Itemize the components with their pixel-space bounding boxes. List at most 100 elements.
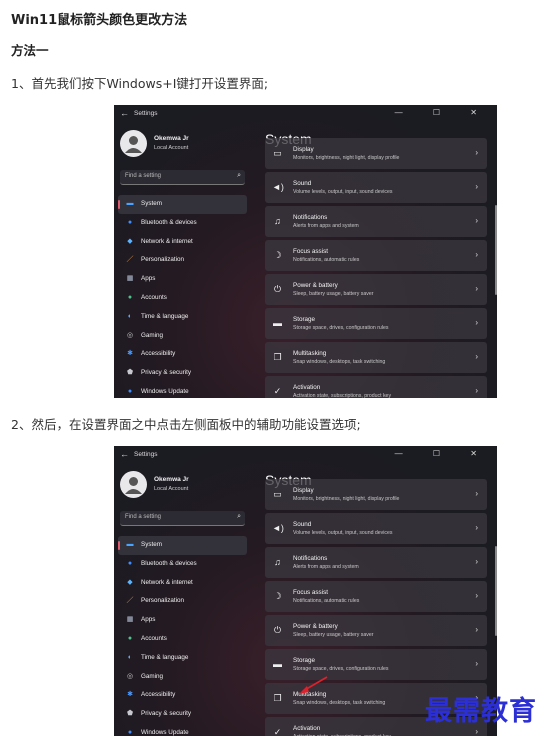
sidebar-item-privacy-security[interactable]: ⬟ Privacy & security — [118, 364, 247, 383]
search-input[interactable]: Find a setting ⌕ — [120, 170, 245, 185]
sidebar-item-time-language[interactable]: ◐ Time & language — [118, 308, 247, 327]
sidebar-item-bluetooth-devices[interactable]: ● Bluetooth & devices — [118, 214, 247, 233]
sidebar-item-label: Gaming — [141, 331, 164, 339]
drive-icon: ▬ — [273, 659, 282, 669]
apps-icon: ▦ — [126, 616, 134, 624]
gamepad-icon: ◎ — [126, 331, 134, 339]
search-input[interactable]: Find a setting ⌕ — [120, 511, 245, 526]
sidebar-item-apps[interactable]: ▦ Apps — [118, 611, 247, 630]
sidebar-item-gaming[interactable]: ◎ Gaming — [118, 327, 247, 346]
card-subtitle: Alerts from apps and system — [293, 564, 359, 570]
article-title: Win11鼠标箭头颜色更改方法 — [11, 13, 188, 28]
card-title: Multitasking — [293, 350, 327, 357]
display-icon: ▬ — [126, 541, 134, 548]
settings-card-notifications[interactable]: ♫ Notifications Alerts from apps and syste… — [265, 206, 487, 237]
apps-icon: ▦ — [126, 275, 134, 283]
back-arrow-icon[interactable]: ← — [120, 449, 129, 459]
sidebar-item-personalization[interactable]: ／ Personalization — [118, 251, 247, 270]
moon-icon: ☽ — [273, 591, 282, 601]
back-arrow-icon[interactable]: ← — [120, 108, 129, 118]
chevron-right-icon: › — [475, 352, 478, 361]
update-icon: ● — [127, 387, 133, 395]
sidebar-item-label: Personalization — [141, 256, 185, 264]
chevron-right-icon: › — [475, 727, 478, 736]
card-subtitle: Notifications, automatic rules — [293, 598, 360, 604]
sidebar-item-windows-update[interactable]: ● Windows Update — [118, 383, 247, 398]
sidebar-item-accessibility[interactable]: ✱ Accessibility — [118, 686, 247, 705]
settings-card-display[interactable]: ▭ Display Monitors, brightness, night ligh… — [265, 479, 487, 510]
brush-icon: ／ — [126, 256, 134, 264]
settings-card-focus-assist[interactable]: ☽ Focus assist Notifications, automatic ru… — [265, 581, 487, 612]
settings-card-activation[interactable]: ✓ Activation Activation state, subscriptio… — [265, 376, 487, 398]
accessibility-icon: ✱ — [127, 350, 133, 358]
bluetooth-icon: ● — [127, 218, 133, 226]
settings-card-power-battery[interactable]: ⏻ Power & battery Sleep, battery usage, ba… — [265, 615, 487, 646]
sidebar-item-accessibility[interactable]: ✱ Accessibility — [118, 345, 247, 364]
settings-card-display[interactable]: ▭ Display Monitors, brightness, night ligh… — [265, 138, 487, 169]
scrollbar[interactable] — [495, 546, 497, 636]
sidebar-item-label: Privacy & security — [141, 369, 192, 377]
globe-icon: ◐ — [127, 653, 133, 661]
chevron-right-icon: › — [475, 216, 478, 225]
bluetooth-icon: ● — [127, 559, 133, 567]
sidebar-item-windows-update[interactable]: ● Windows Update — [118, 724, 247, 736]
avatar[interactable] — [120, 130, 147, 157]
settings-card-sound[interactable]: ◄) Sound Volume levels, output, input, sou… — [265, 172, 487, 203]
annotation-arrow — [297, 675, 329, 702]
watermark: 最需教育 — [425, 696, 537, 727]
card-title: Activation — [293, 725, 321, 732]
chevron-right-icon: › — [475, 659, 478, 668]
sidebar-item-privacy-security[interactable]: ⬟ Privacy & security — [118, 705, 247, 724]
card-subtitle: Volume levels, output, input, sound devi… — [293, 530, 393, 536]
monitor-icon: ▭ — [273, 148, 282, 158]
sidebar-item-label: Gaming — [141, 672, 164, 680]
sidebar-item-system[interactable]: ▬ System — [118, 536, 247, 555]
accessibility-icon: ✱ — [127, 691, 133, 699]
settings-card-sound[interactable]: ◄) Sound Volume levels, output, input, sou… — [265, 513, 487, 544]
settings-card-focus-assist[interactable]: ☽ Focus assist Notifications, automatic ru… — [265, 240, 487, 271]
settings-card-notifications[interactable]: ♫ Notifications Alerts from apps and syste… — [265, 547, 487, 578]
avatar[interactable] — [120, 471, 147, 498]
sidebar-item-gaming[interactable]: ◎ Gaming — [118, 668, 247, 687]
sidebar-item-bluetooth-devices[interactable]: ● Bluetooth & devices — [118, 555, 247, 574]
person-icon: ● — [127, 634, 133, 642]
card-subtitle: Storage space, drives, configuration rul… — [293, 666, 389, 672]
sidebar-item-label: System — [141, 541, 162, 548]
scrollbar[interactable] — [495, 205, 497, 295]
sidebar-item-time-language[interactable]: ◐ Time & language — [118, 649, 247, 668]
power-icon: ⏻ — [273, 284, 282, 294]
card-title: Display — [293, 487, 314, 494]
power-icon: ⏻ — [273, 625, 282, 635]
settings-card-multitasking[interactable]: ❐ Multitasking Snap windows, desktops, tas… — [265, 342, 487, 373]
sidebar-item-label: Bluetooth & devices — [141, 218, 197, 226]
window-controls[interactable]: — ☐ ✕ — [395, 449, 491, 458]
wifi-icon: ◆ — [127, 578, 133, 586]
person-icon: ● — [127, 293, 133, 301]
sidebar-item-apps[interactable]: ▦ Apps — [118, 270, 247, 289]
card-subtitle: Notifications, automatic rules — [293, 257, 360, 263]
user-name: Okemwa Jr — [154, 135, 189, 142]
settings-screenshot-1: ← Settings — ☐ ✕ Okemwa Jr Local Account Find… — [114, 105, 497, 398]
card-subtitle: Sleep, battery usage, battery saver — [293, 291, 374, 297]
card-title: Storage — [293, 657, 316, 664]
sidebar-item-accounts[interactable]: ● Accounts — [118, 289, 247, 308]
sidebar-item-accounts[interactable]: ● Accounts — [118, 630, 247, 649]
settings-card-power-battery[interactable]: ⏻ Power & battery Sleep, battery usage, ba… — [265, 274, 487, 305]
update-icon: ● — [127, 728, 133, 736]
chevron-right-icon: › — [475, 250, 478, 259]
card-title: Focus assist — [293, 248, 328, 255]
window-controls[interactable]: — ☐ ✕ — [395, 108, 491, 117]
sidebar-item-system[interactable]: ▬ System — [118, 195, 247, 214]
shield-icon: ⬟ — [126, 710, 134, 718]
sidebar-nav: ▬ System ● Bluetooth & devices ◆ Network & in… — [118, 195, 247, 398]
shield-icon: ⬟ — [126, 369, 134, 377]
settings-card-storage[interactable]: ▬ Storage Storage space, drives, configura… — [265, 308, 487, 339]
sidebar-item-network-internet[interactable]: ◆ Network & internet — [118, 233, 247, 252]
step-1-text: 1、首先我们按下Windows+I键打开设置界面; — [11, 76, 269, 91]
windows-icon: ❐ — [273, 693, 282, 703]
card-title: Power & battery — [293, 282, 338, 289]
card-title: Notifications — [293, 214, 328, 221]
sidebar-item-network-internet[interactable]: ◆ Network & internet — [118, 574, 247, 593]
sidebar-item-personalization[interactable]: ／ Personalization — [118, 592, 247, 611]
card-subtitle: Volume levels, output, input, sound devi… — [293, 189, 393, 195]
